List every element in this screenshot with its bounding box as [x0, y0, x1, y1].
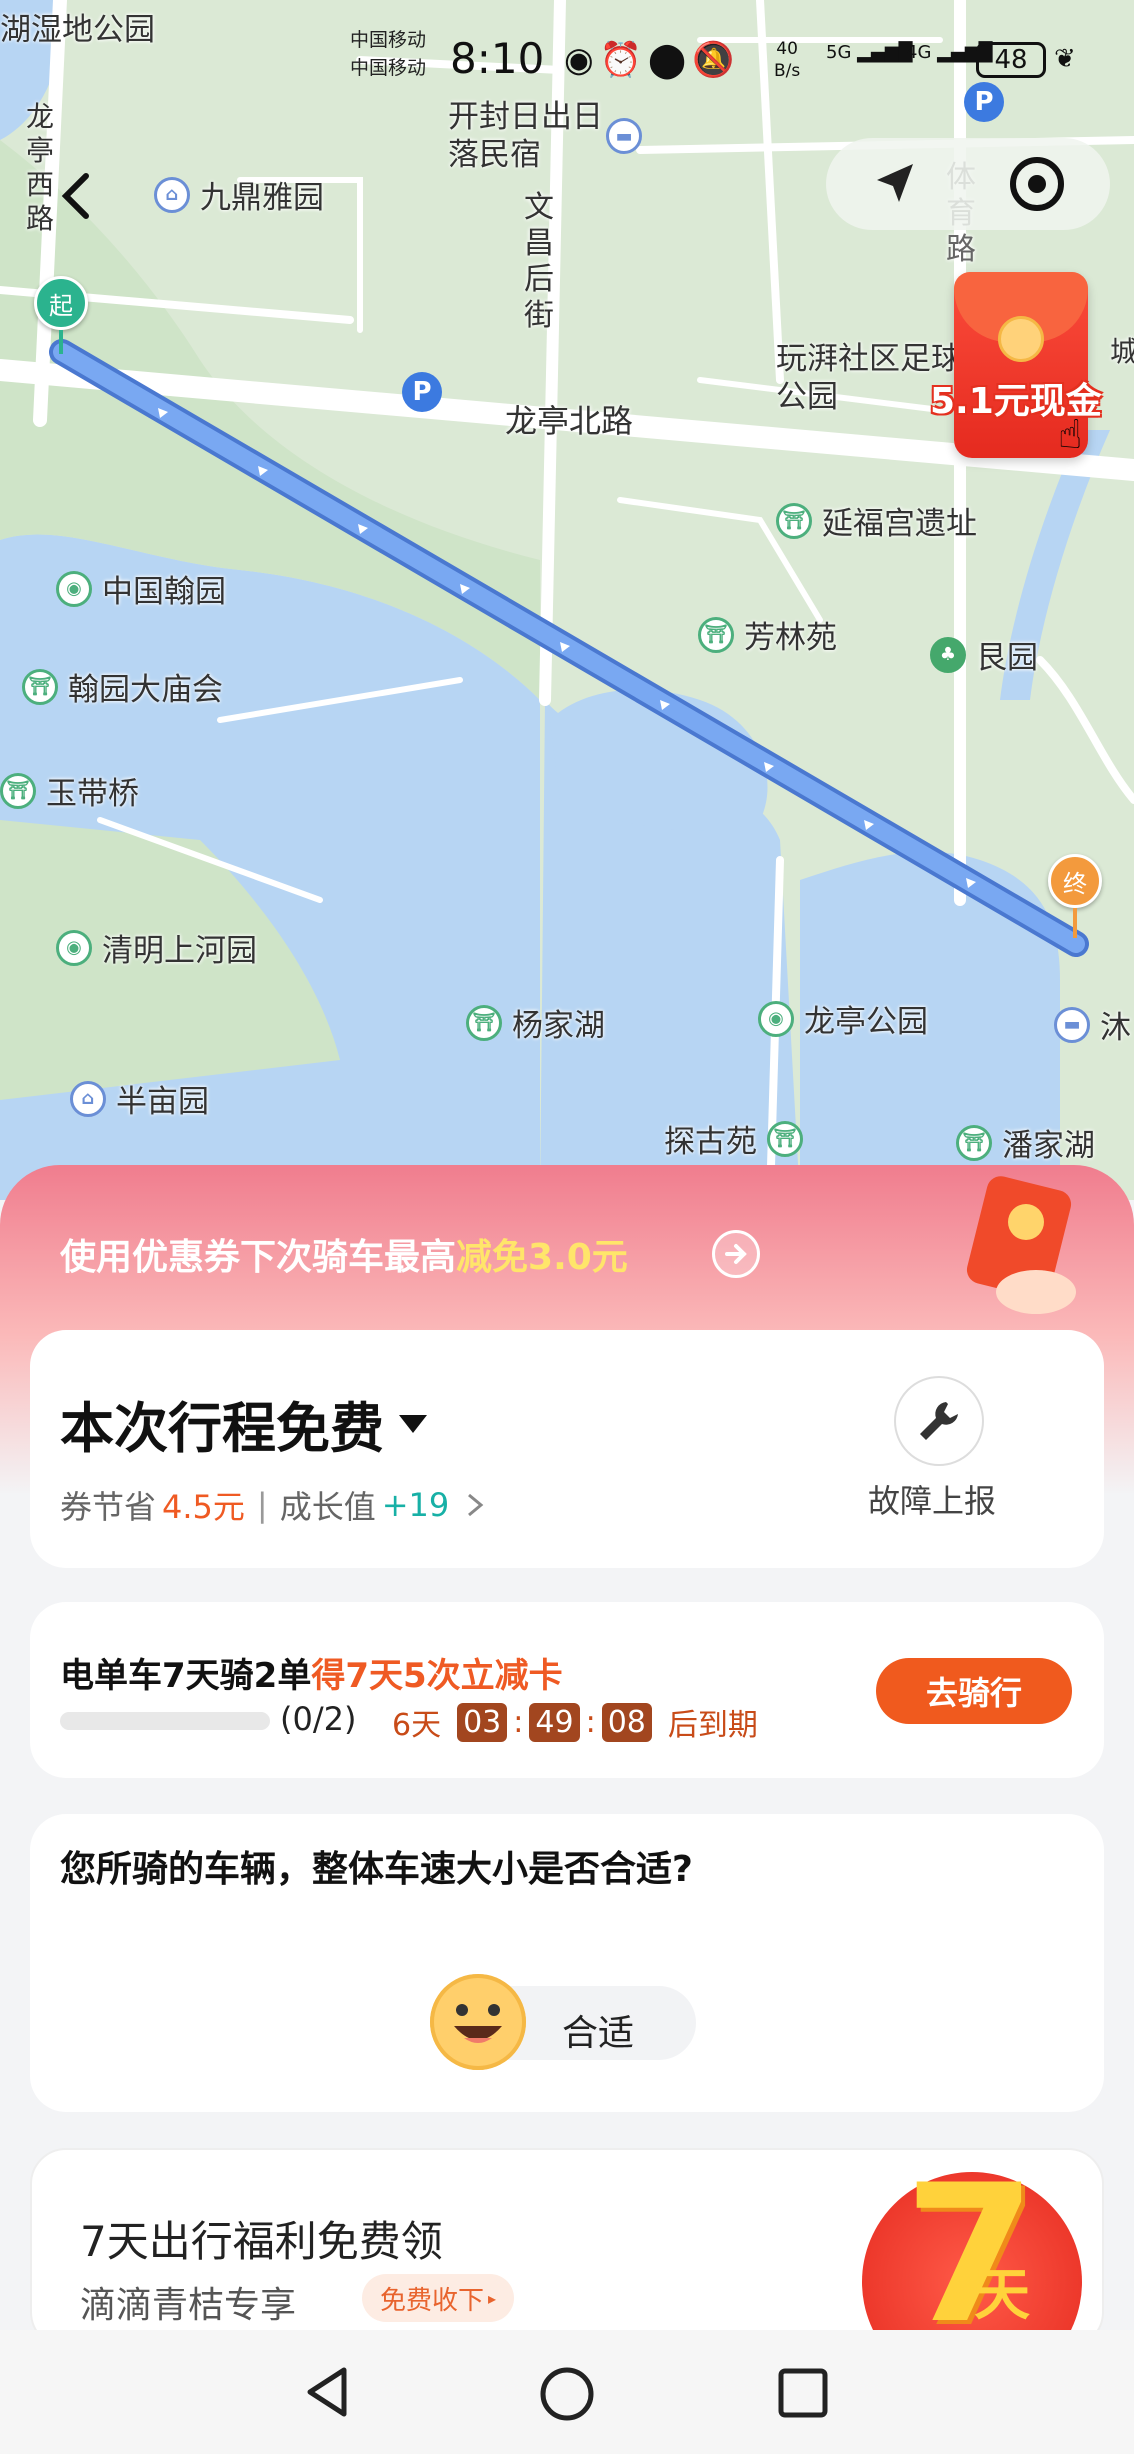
back-button[interactable]	[30, 150, 122, 242]
poi-mu[interactable]: ▬ 沐	[1054, 1002, 1131, 1047]
scenic-icon: ⛩	[0, 772, 36, 809]
scenic-icon: ⛩	[22, 668, 58, 705]
carrier-1: 中国移动	[350, 29, 427, 51]
fault-report-button[interactable]	[894, 1376, 984, 1466]
poi-wetland-park[interactable]: 湖湿地公园	[0, 4, 155, 49]
road-label-wenchang: 文昌后街	[524, 190, 554, 333]
scenic-icon: ⛩	[698, 616, 734, 653]
free-claim-tag[interactable]: 免费收下 ▸	[362, 2274, 515, 2322]
camera-icon: ◉	[758, 1000, 794, 1037]
poi-homestay-pin: ▬	[606, 118, 642, 154]
fault-report-label[interactable]: 故障上报	[868, 1476, 996, 1522]
poi-fanglin[interactable]: ⛩ 芳林苑	[698, 612, 837, 657]
poi-qingming[interactable]: ◉ 清明上河园	[56, 925, 257, 970]
status-icons: ◉⏰⬤🔕	[564, 40, 741, 80]
camera-icon: ◉	[56, 570, 92, 607]
poi-panjia-lake[interactable]: ⛩ 潘家湖	[956, 1120, 1095, 1165]
scenic-icon: ⛩	[776, 502, 812, 539]
hand-icon: ☝	[1058, 412, 1083, 458]
red-packet-seal	[998, 316, 1044, 362]
start-marker[interactable]: 起	[34, 276, 88, 330]
carrier-info: 中国移动 中国移动	[350, 26, 460, 96]
end-marker[interactable]: 终	[1048, 854, 1102, 908]
trip-summary[interactable]: 券节省 4.5元 | 成长值 +19	[60, 1482, 487, 1528]
challenge-progress-text: (0/2)	[280, 1700, 357, 1738]
carrier-2: 中国移动	[350, 57, 427, 79]
building-icon: ⌂	[154, 176, 190, 213]
poi-homestay[interactable]: 开封日出日落民宿	[448, 98, 608, 174]
survey-question: 您所骑的车辆，整体车速大小是否合适?	[60, 1849, 693, 1890]
system-nav-bar	[0, 2330, 1134, 2454]
end-marker-pin	[1073, 908, 1077, 938]
hotel-icon: ▬	[1054, 1006, 1090, 1043]
battery-icon: 48	[976, 42, 1046, 78]
promo-banner[interactable]: 使用优惠券下次骑车最高减免3.0元	[60, 1228, 628, 1280]
countdown: 6天 03:49:08 后到期	[392, 1702, 758, 1743]
camera-icon: ◉	[56, 929, 92, 966]
scenic-icon: ⛩	[767, 1120, 803, 1157]
trip-card: 本次行程免费 券节省 4.5元 | 成长值 +19 故障上报	[30, 1330, 1104, 1568]
parking-icon[interactable]: P	[964, 82, 1004, 122]
clock: 8:10	[450, 34, 545, 83]
chevron-left-icon	[61, 173, 89, 219]
road-label-cheng: 城	[1110, 335, 1134, 368]
navigation-arrow-icon[interactable]	[869, 158, 921, 210]
locate-center-icon[interactable]	[1007, 154, 1067, 214]
survey-card: 您所骑的车辆，整体车速大小是否合适? 合适	[30, 1814, 1104, 2112]
poi-banmu[interactable]: ⌂ 半亩园	[70, 1076, 209, 1121]
poi-genyuan[interactable]: ♣ 艮园	[930, 632, 1038, 677]
poi-zhongguo-hanyuan[interactable]: ◉ 中国翰园	[56, 566, 226, 611]
chevron-right-icon	[468, 1493, 484, 1517]
coupon-envelope-icon	[946, 1172, 1096, 1322]
start-marker-pin	[59, 330, 63, 354]
hotel-icon: ▬	[606, 118, 642, 154]
challenge-card: 电单车7天骑2单得7天5次立减卡 (0/2) 6天 03:49:08 后到期 去…	[30, 1602, 1104, 1778]
poi-yangjia-lake[interactable]: ⛩ 杨家湖	[466, 1000, 605, 1045]
welfare-title: 7天出行福利免费领	[80, 2217, 443, 2266]
building-icon: ⌂	[70, 1080, 106, 1117]
nav-back-icon[interactable]	[300, 2364, 356, 2420]
trip-title[interactable]: 本次行程免费	[60, 1384, 430, 1463]
welfare-subtitle: 滴滴青桔专享	[80, 2285, 297, 2326]
poi-tangu[interactable]: 探古苑 ⛩	[664, 1116, 803, 1161]
survey-option-label: 合适	[562, 2013, 635, 2054]
scenic-icon: ⛩	[466, 1004, 502, 1041]
arrow-right-icon[interactable]	[712, 1230, 760, 1278]
smile-face-icon	[430, 1974, 526, 2070]
road-label-longting-north: 龙亭北路	[505, 402, 634, 440]
tree-icon: ♣	[930, 636, 966, 673]
challenge-progress-bar	[60, 1712, 270, 1730]
caret-down-icon	[399, 1414, 427, 1433]
nav-home-icon[interactable]	[537, 2364, 597, 2424]
map-controls	[826, 138, 1110, 230]
survey-option-fit[interactable]: 合适	[430, 1974, 696, 2070]
nav-recent-apps-icon[interactable]	[776, 2366, 830, 2420]
net-5g: 5G ▂▄▆█	[826, 42, 913, 63]
poi-jiuding[interactable]: ⌂ 九鼎雅园	[154, 172, 324, 217]
leaf-icon: ❦	[1054, 44, 1076, 74]
parking-icon[interactable]: P	[402, 372, 442, 412]
go-ride-button[interactable]: 去骑行	[876, 1658, 1072, 1724]
wrench-icon	[920, 1402, 958, 1440]
poi-longting-park[interactable]: ◉ 龙亭公园	[758, 996, 928, 1041]
poi-yanfu[interactable]: ⛩ 延福宫遗址	[776, 498, 977, 543]
poi-yudai-bridge[interactable]: ⛩ 玉带桥	[0, 768, 139, 813]
net-speed: 40 B/s	[774, 39, 801, 81]
seven-day-badge: 7 天	[832, 2152, 1092, 2348]
welfare-card[interactable]: 7天出行福利免费领 滴滴青桔专享 免费收下 ▸ 7 天	[30, 2148, 1104, 2348]
challenge-title: 电单车7天骑2单得7天5次立减卡	[60, 1656, 563, 1696]
badge-day: 天	[974, 2263, 1030, 2328]
scenic-icon: ⛩	[956, 1124, 992, 1161]
poi-hanyuan-fair[interactable]: ⛩ 翰园大庙会	[22, 664, 223, 709]
screen: 龙亭北路 龙亭西路 文昌后街 体育路 城 湖湿地公园 ⌂九鼎雅园 开封日出日落民…	[0, 0, 1134, 2454]
